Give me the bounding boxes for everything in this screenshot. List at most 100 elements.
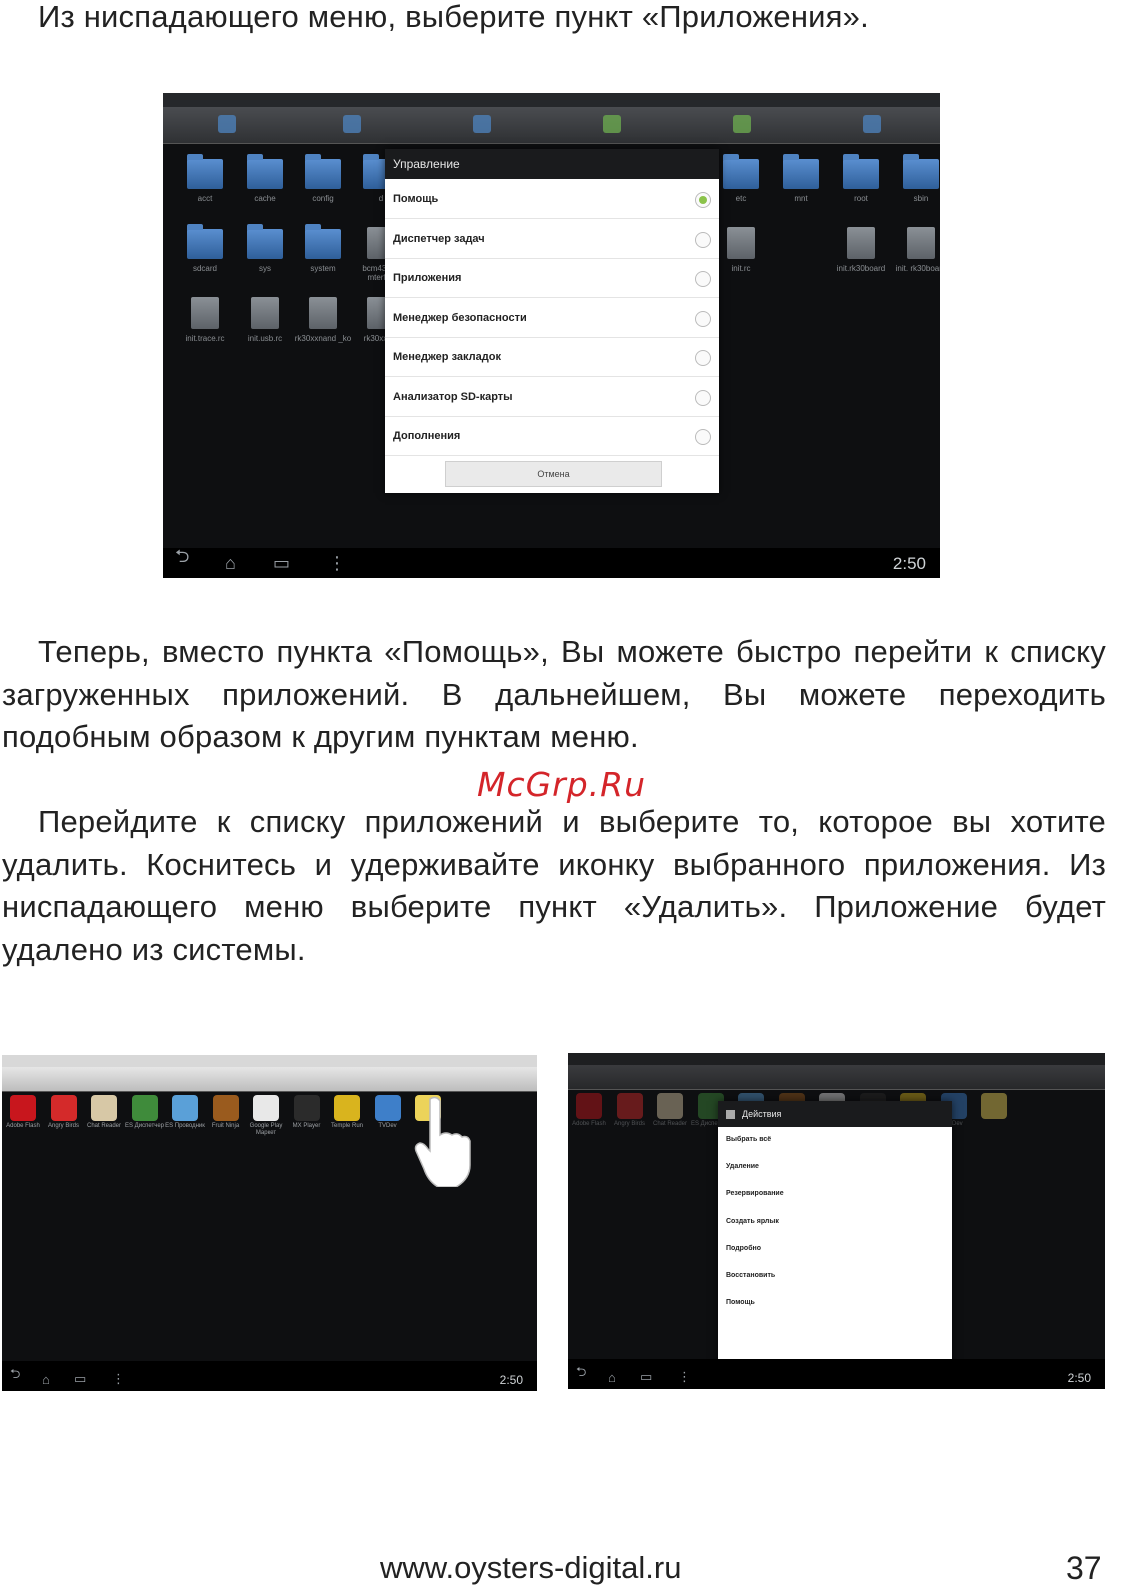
radio-button[interactable]: [695, 192, 711, 208]
action-item-label[interactable]: Подробно: [726, 1245, 761, 1252]
menu-item-label[interactable]: Помощь: [393, 193, 438, 205]
radio-button[interactable]: [695, 389, 711, 406]
menu-item-divider: [385, 297, 719, 298]
file-icon[interactable]: [847, 227, 875, 259]
footer-url[interactable]: www.oysters-digital.ru: [380, 1550, 681, 1586]
actions-dialog: Действия Выбрать всё Удаление Резервирован…: [718, 1101, 952, 1369]
app-icon[interactable]: [374, 1095, 401, 1121]
radio-button[interactable]: [695, 310, 711, 327]
recent-apps-icon[interactable]: ▭: [273, 553, 290, 574]
file-icon[interactable]: [907, 227, 935, 259]
menu-item-label[interactable]: Менеджер безопасности: [393, 312, 527, 324]
folder-icon[interactable]: [783, 154, 819, 189]
refresh-icon: [603, 115, 621, 133]
folder-icon[interactable]: [247, 154, 283, 189]
paragraph-menu-shortcut: Теперь, вместо пункта «Помощь», Вы может…: [2, 634, 1106, 754]
menu-item-divider: [385, 218, 719, 219]
menu-icon[interactable]: ⋮: [112, 1371, 125, 1387]
app-icon[interactable]: [50, 1095, 77, 1121]
menu-item-label[interactable]: Диспетчер задач: [393, 233, 485, 245]
menu-dialog: Управление Помощь Диспетчер задач Приложен…: [385, 149, 719, 493]
back-icon[interactable]: ⮌: [576, 1363, 586, 1385]
status-bar: [2, 1055, 537, 1067]
folder-icon[interactable]: [843, 154, 879, 189]
folder-icon[interactable]: [187, 154, 223, 189]
app-label: Temple Run: [330, 1123, 363, 1129]
action-item-label[interactable]: Восстановить: [726, 1272, 775, 1279]
app-icon[interactable]: [10, 1095, 36, 1121]
app-icon[interactable]: [616, 1093, 643, 1119]
home-nav-icon[interactable]: ⌂: [42, 1372, 50, 1387]
radio-button[interactable]: [695, 429, 711, 445]
home-nav-icon[interactable]: ⌂: [225, 553, 236, 574]
folder-label: sbin: [913, 194, 929, 203]
action-bar: [2, 1067, 537, 1092]
recent-apps-icon[interactable]: ▭: [74, 1371, 86, 1387]
menu-item-label[interactable]: Приложения: [393, 272, 461, 284]
folder-icon[interactable]: [187, 224, 223, 259]
file-label: init.usb.rc: [247, 334, 283, 343]
app-icon[interactable]: [293, 1095, 320, 1121]
action-item-label[interactable]: Резервирование: [726, 1190, 784, 1197]
action-item-label[interactable]: Помощь: [726, 1299, 755, 1306]
app-icon[interactable]: [131, 1095, 158, 1121]
back-icon[interactable]: ⮌: [175, 544, 189, 574]
folder-label: acct: [197, 194, 213, 203]
menu-item-label[interactable]: Анализатор SD-карты: [393, 391, 513, 403]
radio-button[interactable]: [695, 271, 711, 287]
radio-button[interactable]: [695, 350, 711, 366]
folder-icon[interactable]: [305, 154, 341, 189]
home-nav-icon[interactable]: ⌂: [608, 1370, 616, 1385]
file-icon[interactable]: [309, 297, 337, 329]
recent-apps-icon[interactable]: ▭: [640, 1369, 652, 1385]
app-icon[interactable]: [91, 1095, 117, 1121]
app-icon[interactable]: [212, 1095, 239, 1121]
app-icon[interactable]: [253, 1095, 279, 1121]
status-bar: [163, 93, 940, 107]
file-icon[interactable]: [727, 227, 755, 259]
page-number: 37: [1066, 1550, 1102, 1586]
file-icon[interactable]: [251, 297, 279, 329]
window-icon: [863, 115, 881, 133]
file-label: init.rk30board: [836, 264, 886, 273]
app-icon[interactable]: [576, 1093, 602, 1119]
clock: 2:50: [892, 554, 926, 573]
app-icon[interactable]: [172, 1095, 198, 1121]
app-label: TVDev: [378, 1123, 397, 1129]
touch-hand-icon: [414, 1096, 471, 1187]
folder-label: sdcard: [192, 264, 217, 273]
action-item-label[interactable]: Выбрать всё: [726, 1136, 771, 1143]
clock: 2:50: [499, 1373, 523, 1387]
folder-icon[interactable]: [723, 154, 759, 189]
folder-icon[interactable]: [305, 224, 341, 259]
folder-label: system: [310, 264, 336, 273]
app-icon[interactable]: [334, 1095, 360, 1121]
action-bar: [163, 107, 940, 144]
folder-icon[interactable]: [903, 154, 939, 189]
action-item-label[interactable]: Удаление: [726, 1163, 759, 1170]
actions-icon: [726, 1110, 735, 1119]
status-bar: [568, 1053, 1105, 1065]
back-icon[interactable]: ⮌: [10, 1365, 20, 1387]
app-label: ES Проводник: [165, 1123, 205, 1129]
app-label: Angry Birds: [613, 1121, 645, 1127]
menu-icon[interactable]: ⋮: [678, 1369, 691, 1385]
menu-item-label[interactable]: Менеджер закладок: [393, 351, 501, 363]
folder-label: cache: [254, 194, 276, 203]
app-icon[interactable]: [657, 1093, 683, 1119]
app-label: Adobe Flash: [572, 1121, 606, 1127]
menu-icon[interactable]: ⋮: [328, 553, 346, 574]
radio-button[interactable]: [695, 231, 711, 248]
folder-label: etc: [735, 194, 747, 203]
file-icon[interactable]: [191, 297, 219, 329]
cancel-button[interactable]: Отмена: [445, 461, 662, 487]
folder-icon[interactable]: [247, 224, 283, 259]
app-label: Google Play Маркет: [249, 1123, 283, 1136]
dialog-title: Управление: [385, 149, 719, 179]
app-icon[interactable]: [981, 1093, 1007, 1119]
screenshot-app-list: Adobe Flash Angry Birds Chat Reader ES Дисп…: [2, 1055, 537, 1391]
menu-item-label[interactable]: Дополнения: [393, 430, 460, 442]
action-item-label[interactable]: Создать ярлык: [726, 1218, 779, 1225]
screenshot-app-actions: Adobe Flash Angry Birds Chat Reader ES Дисп…: [568, 1053, 1105, 1389]
clock: 2:50: [1067, 1371, 1091, 1385]
